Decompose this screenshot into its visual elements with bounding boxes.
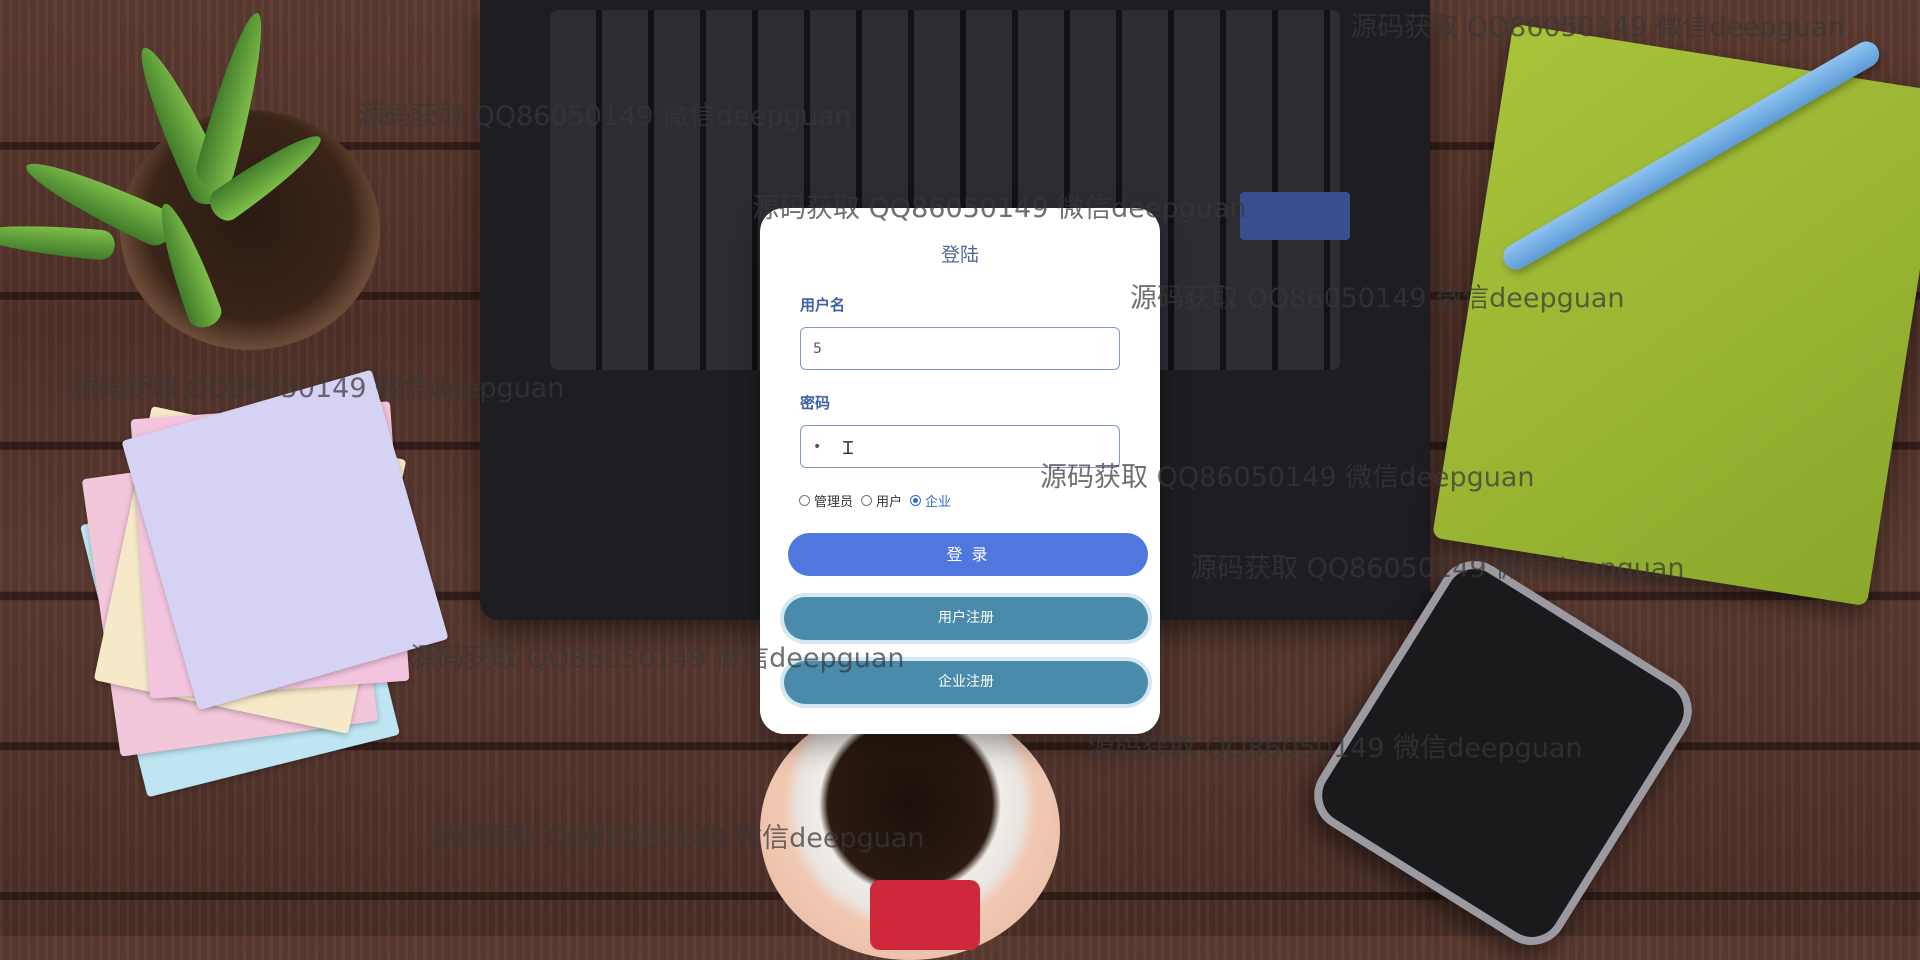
watermark: 源码获取 QQ86050149 微信deepguan xyxy=(1040,462,1535,493)
role-company-radio[interactable] xyxy=(910,495,922,506)
role-admin-option[interactable]: 管理员 xyxy=(799,491,853,510)
watermark: 源码获取 QQ86050149 微信deepguan xyxy=(357,101,852,132)
watermark: 源码获取 QQ86050149 微信deepguan xyxy=(752,193,1247,224)
watermark: 源码获取 QQ86050149 微信deepguan xyxy=(1088,733,1583,764)
login-button[interactable]: 登 录 xyxy=(788,533,1148,576)
watermark: 源码获取 QQ86050149 微信deepguan xyxy=(1130,283,1625,314)
watermark: 源码获取 QQ86050149 微信deepguan xyxy=(1350,12,1845,43)
pen-background xyxy=(1498,36,1884,275)
plant-background xyxy=(120,110,380,350)
cup-sleeve-background xyxy=(870,880,980,950)
role-admin-radio[interactable] xyxy=(799,495,810,506)
password-label: 密码 xyxy=(800,394,831,412)
sticky-notes-background xyxy=(79,369,449,798)
enter-key-background xyxy=(1240,192,1350,240)
role-company-label: 企业 xyxy=(925,495,952,510)
role-radio-group: 管理员 用户 企业 xyxy=(799,491,959,510)
login-title: 登陆 xyxy=(940,244,979,266)
watermark: 源码获取 QQ86050149 微信deepguan xyxy=(1190,553,1685,584)
role-user-option[interactable]: 用户 xyxy=(861,491,902,510)
plant-leaves xyxy=(0,0,420,332)
user-register-button[interactable]: 用户注册 xyxy=(784,597,1148,640)
notebook-background xyxy=(1432,23,1920,607)
watermark: 源码获取 QQ86050149 微信deepguan xyxy=(430,823,925,854)
text-cursor-icon: Ɪ xyxy=(843,438,854,459)
watermark: 源码获取 QQ86050149 微信deepguan xyxy=(410,643,905,674)
username-label: 用户名 xyxy=(800,296,846,314)
role-user-label: 用户 xyxy=(876,495,903,510)
role-user-radio[interactable] xyxy=(861,495,873,506)
role-company-option[interactable]: 企业 xyxy=(910,491,951,510)
watermark: 源码获取 QQ86050149 微信deepguan xyxy=(70,373,565,404)
role-admin-label: 管理员 xyxy=(814,495,854,510)
username-input[interactable] xyxy=(800,327,1120,370)
